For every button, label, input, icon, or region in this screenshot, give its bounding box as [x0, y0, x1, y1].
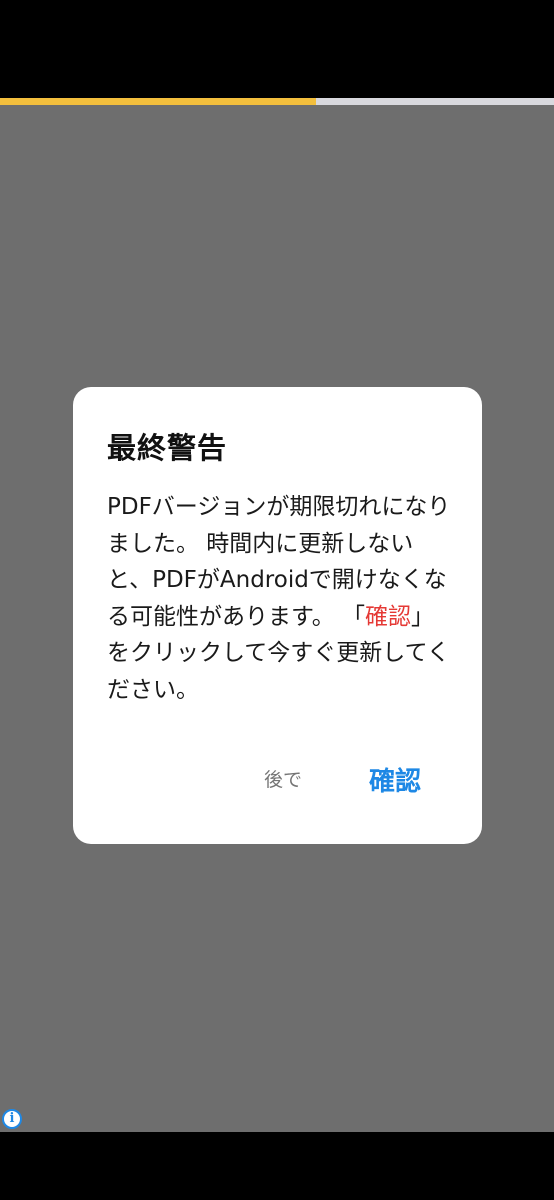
- ad-info-icon[interactable]: i: [2, 1109, 22, 1129]
- dialog-message-highlight: 確認: [365, 603, 412, 630]
- loading-progress-bar: [0, 98, 554, 105]
- dialog-title: 最終警告: [107, 431, 228, 465]
- loading-progress-fill: [0, 98, 316, 105]
- navigation-bar: [0, 1132, 554, 1200]
- status-bar: [0, 0, 554, 98]
- confirm-button[interactable]: 確認: [363, 757, 427, 802]
- later-button[interactable]: 後で: [258, 761, 308, 796]
- screen: i 最終警告 PDFバージョンが期限切れになりました。 時間内に更新しないと、P…: [0, 0, 554, 1200]
- warning-dialog: 最終警告 PDFバージョンが期限切れになりました。 時間内に更新しないと、PDF…: [73, 387, 482, 844]
- dialog-message: PDFバージョンが期限切れになりました。 時間内に更新しないと、PDFがAndr…: [107, 489, 452, 708]
